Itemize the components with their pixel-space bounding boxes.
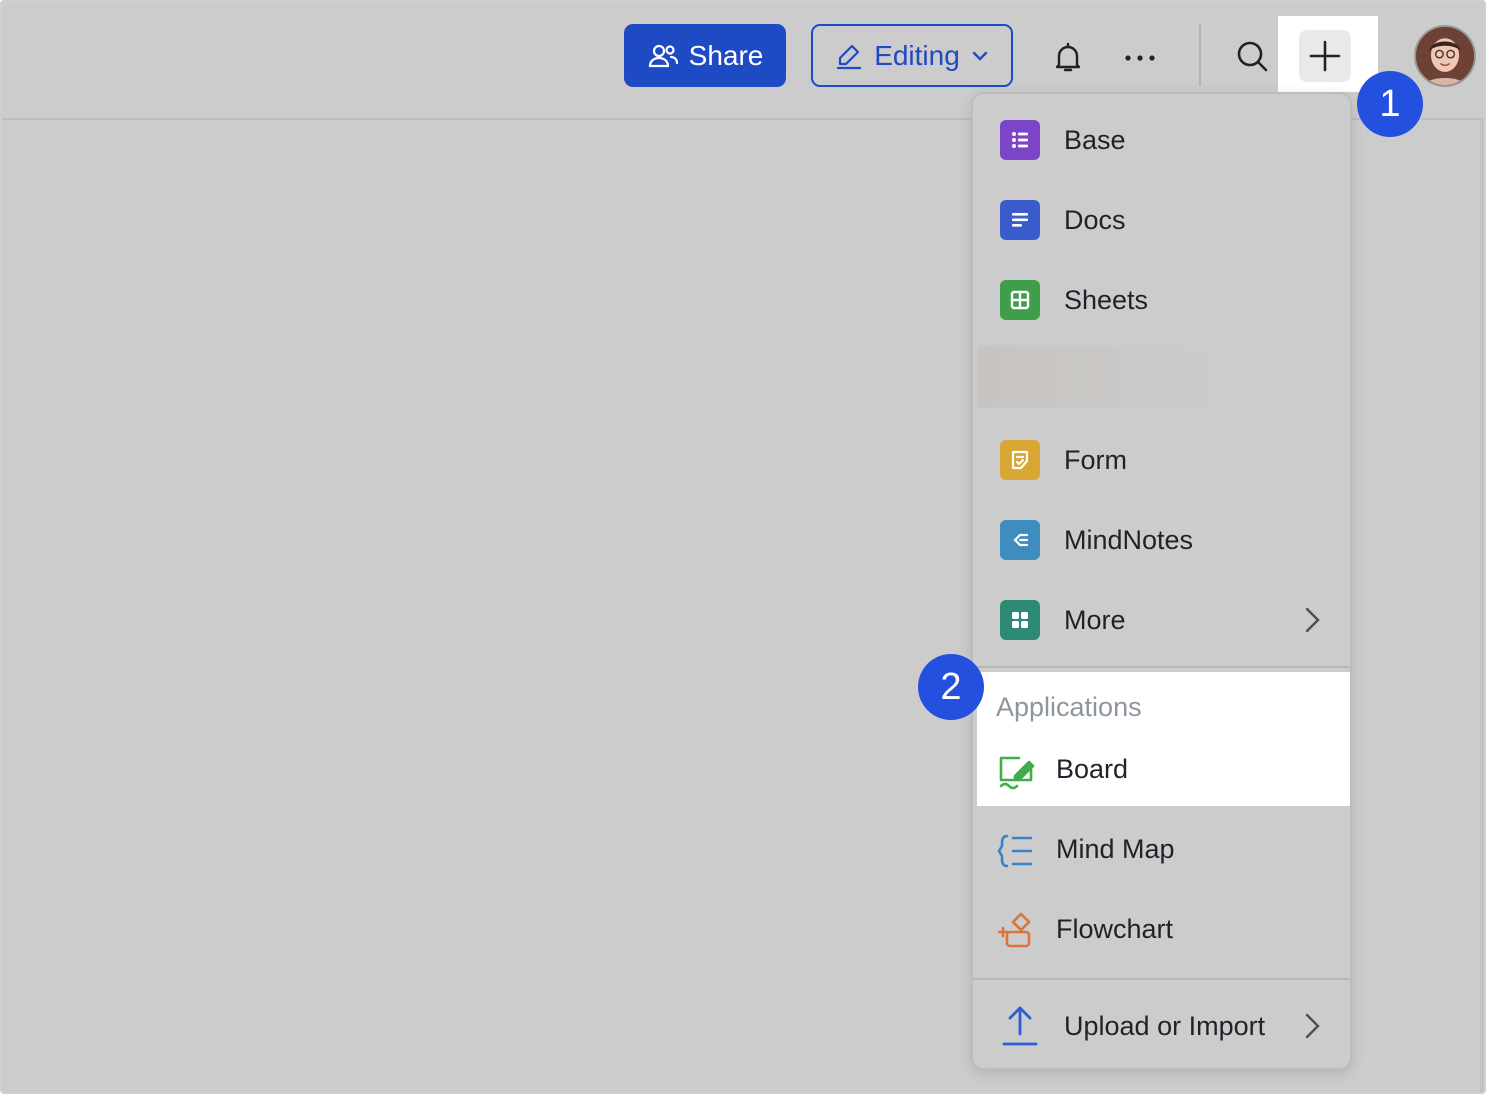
step-marker-1: 1: [1357, 71, 1423, 137]
people-icon: [648, 44, 678, 67]
form-icon: [1000, 440, 1040, 480]
menu-item-mindnotes[interactable]: MindNotes: [973, 500, 1350, 580]
share-label: Share: [688, 39, 764, 71]
plus-icon: [1309, 40, 1341, 72]
step-marker-2: 2: [918, 654, 984, 720]
editing-label: Editing: [874, 39, 960, 71]
chevron-down-icon: [972, 51, 988, 61]
menu-item-label: Upload or Import: [1064, 1010, 1266, 1041]
sheets-icon: [1000, 280, 1040, 320]
mindmap-icon: [997, 834, 1033, 868]
menu-item-form[interactable]: Form: [973, 420, 1350, 500]
pencil-icon: [837, 44, 862, 69]
avatar-image: [1416, 27, 1474, 85]
menu-item-upload-import[interactable]: Upload or Import: [973, 986, 1350, 1066]
menu-item-flowchart[interactable]: Flowchart: [973, 892, 1350, 972]
scroll-edge: [1480, 118, 1484, 1092]
user-avatar[interactable]: [1414, 25, 1476, 87]
search-icon: [1237, 41, 1268, 72]
menu-item-label: Docs: [1064, 204, 1126, 235]
menu-item-label: Base: [1064, 124, 1126, 155]
chevron-right-icon: [1305, 607, 1320, 633]
redacted-menu-item: [978, 346, 1223, 408]
create-new-button[interactable]: [1299, 30, 1351, 82]
editing-mode-button[interactable]: Editing: [811, 24, 1013, 87]
grid-icon: [1000, 600, 1040, 640]
menu-separator: [973, 666, 1350, 668]
menu-item-mind-map[interactable]: Mind Map: [973, 812, 1350, 892]
menu-item-docs[interactable]: Docs: [973, 180, 1350, 260]
toolbar-divider: [1199, 24, 1201, 86]
menu-item-label: Form: [1064, 444, 1127, 475]
menu-item-label: MindNotes: [1064, 524, 1194, 555]
applications-section-title: Applications: [996, 692, 1142, 722]
menu-item-board[interactable]: Board: [973, 732, 1350, 812]
bell-icon: [1055, 42, 1081, 72]
menu-item-label: Sheets: [1064, 284, 1149, 315]
more-options-button[interactable]: [1120, 38, 1160, 78]
menu-separator: [973, 978, 1350, 980]
upload-icon: [1002, 1006, 1038, 1046]
board-icon: [999, 756, 1035, 790]
menu-item-sheets[interactable]: Sheets: [973, 260, 1350, 340]
base-icon: [1000, 120, 1040, 160]
menu-item-label: Flowchart: [1056, 914, 1174, 944]
share-button[interactable]: Share: [624, 24, 786, 87]
ellipsis-icon: [1125, 55, 1155, 61]
menu-item-label: Board: [1056, 754, 1129, 784]
notifications-button[interactable]: [1048, 38, 1088, 78]
mindnotes-icon: [1000, 520, 1040, 560]
menu-item-base[interactable]: Base: [973, 100, 1350, 180]
menu-item-more[interactable]: More: [973, 580, 1350, 660]
menu-item-label: More: [1064, 604, 1126, 635]
create-menu: Base Docs Sheets Form MindNotes More App…: [971, 92, 1352, 1070]
menu-item-label: Mind Map: [1056, 834, 1175, 864]
docs-icon: [1000, 200, 1040, 240]
chevron-right-icon: [1305, 1013, 1320, 1039]
app-window: Share Editing 1 Base Docs Sheets Form Mi…: [0, 0, 1486, 1094]
flowchart-icon: [997, 912, 1031, 948]
search-button[interactable]: [1232, 36, 1272, 76]
